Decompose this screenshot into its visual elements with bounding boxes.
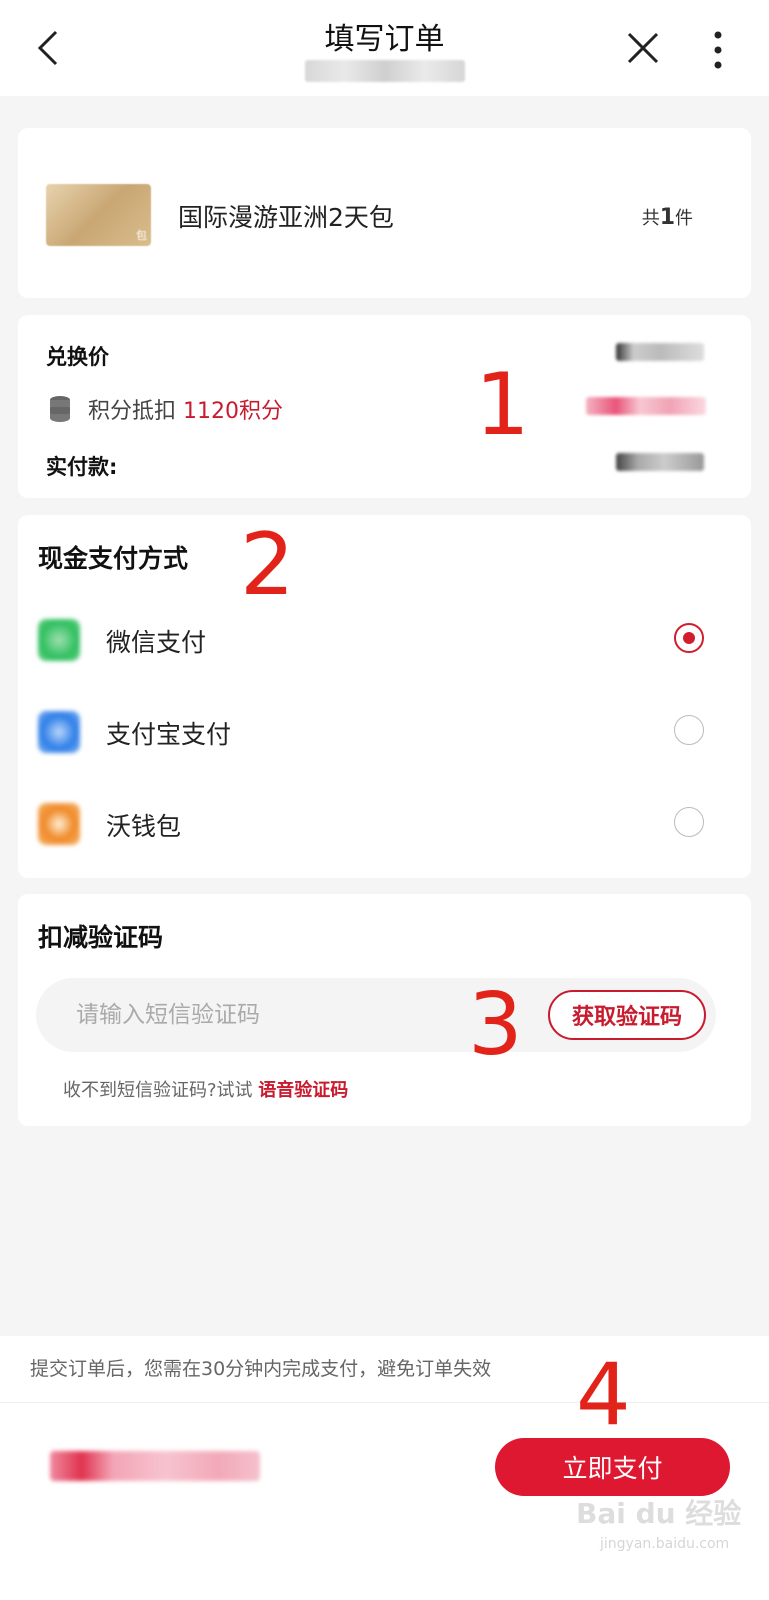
payment-method-title: 现金支付方式 (38, 544, 189, 573)
product-card: 包 国际漫游亚洲2天包 共1件 (18, 128, 751, 298)
exchange-price-label: 兑换价 (46, 345, 109, 369)
page-subtitle-blurred (305, 60, 465, 82)
payment-option-label: 微信支付 (106, 628, 207, 657)
points-deduction: 积分抵扣 1120积分 (88, 399, 284, 424)
payment-notice: 提交订单后，您需在30分钟内完成支付，避免订单失效 (0, 1336, 769, 1403)
wo-wallet-icon (38, 803, 80, 845)
payment-notice-text: 提交订单后，您需在30分钟内完成支付，避免订单失效 (30, 1358, 492, 1380)
payment-method-card: 现金支付方式 微信支付 支付宝支付 沃钱包 (18, 515, 751, 878)
actual-payment-value-blurred (616, 453, 704, 471)
verification-code-card: 扣减验证码 获取验证码 收不到短信验证码?试试 语音验证码 (18, 894, 751, 1126)
pay-now-button[interactable]: 立即支付 (495, 1438, 730, 1496)
product-count: 共1件 (641, 205, 693, 230)
close-icon[interactable] (625, 30, 661, 66)
radio-selected[interactable] (674, 623, 704, 653)
voice-code-hint: 收不到短信验证码?试试 语音验证码 (63, 1080, 349, 1101)
voice-code-link[interactable]: 语音验证码 (258, 1080, 348, 1101)
product-name: 国际漫游亚洲2天包 (178, 203, 394, 232)
get-code-button[interactable]: 获取验证码 (548, 990, 706, 1040)
total-amount-blurred (50, 1451, 260, 1481)
baidu-watermark: Bai du 经验 (576, 1497, 742, 1530)
payment-option-wechat[interactable]: 微信支付 (18, 605, 751, 675)
coin-stack-icon (50, 396, 70, 422)
alipay-icon (38, 711, 80, 753)
price-summary-card: 兑换价 积分抵扣 1120积分 实付款: (18, 315, 751, 498)
payment-option-label: 沃钱包 (106, 812, 182, 841)
annotation-number: 3 (468, 975, 523, 1075)
payment-option-alipay[interactable]: 支付宝支付 (18, 697, 751, 767)
top-navigation-bar: 填写订单 (0, 0, 769, 96)
baidu-watermark-url: jingyan.baidu.com (600, 1536, 730, 1552)
wechat-pay-icon (38, 619, 80, 661)
payment-option-label: 支付宝支付 (106, 720, 232, 749)
radio-unselected[interactable] (674, 807, 704, 837)
verification-code-title: 扣减验证码 (38, 923, 164, 952)
points-deduction-value-blurred (586, 397, 706, 415)
exchange-price-value-blurred (616, 343, 704, 361)
more-vertical-icon[interactable] (710, 30, 726, 70)
annotation-number: 1 (475, 355, 530, 455)
radio-unselected[interactable] (674, 715, 704, 745)
annotation-number: 4 (576, 1345, 631, 1445)
payment-option-wo-wallet[interactable]: 沃钱包 (18, 789, 751, 859)
actual-payment-label: 实付款: (46, 455, 118, 479)
product-thumbnail: 包 (46, 184, 151, 246)
annotation-number: 2 (240, 515, 295, 615)
product-thumbnail-tag: 包 (136, 229, 147, 242)
